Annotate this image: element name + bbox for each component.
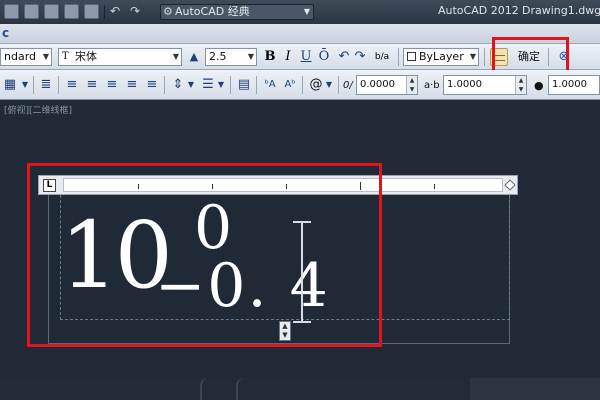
width-factor-value: 1.0000 xyxy=(552,79,587,90)
chevron-down-icon[interactable]: ▼ xyxy=(20,76,30,94)
saveas-icon[interactable] xyxy=(64,4,79,19)
toolbar-separator xyxy=(398,48,399,66)
save-icon[interactable] xyxy=(44,4,59,19)
text-style-value: ndard xyxy=(4,50,37,63)
paragraph-icon[interactable]: ≣ xyxy=(38,76,54,94)
toolbar-separator xyxy=(33,76,34,94)
app-title: AutoCAD 2012 xyxy=(438,4,519,17)
open-icon[interactable] xyxy=(24,4,39,19)
chevron-down-icon[interactable]: ▼ xyxy=(216,76,226,94)
text-height-value: 2.5 xyxy=(209,50,227,63)
tracking-input[interactable]: 1.0000 ▲ ▼ xyxy=(443,75,527,95)
spinner-icon[interactable]: ▲ ▼ xyxy=(406,76,417,94)
view-cube-fragment xyxy=(200,378,210,400)
color-value: ByLayer xyxy=(419,50,464,63)
redo-icon[interactable]: ↷ xyxy=(130,4,145,19)
columns-icon[interactable]: ▦ xyxy=(2,76,18,94)
toolbar-separator xyxy=(58,76,59,94)
toolbar-separator xyxy=(302,76,303,94)
underline-button[interactable]: U xyxy=(298,48,314,66)
gear-icon: ⚙ xyxy=(163,5,173,18)
text-style-select[interactable]: ndard ▼ xyxy=(0,48,52,66)
chevron-down-icon: ▼ xyxy=(469,52,476,61)
italic-button[interactable]: I xyxy=(280,48,296,66)
chevron-down-icon: ▼ xyxy=(247,52,254,61)
distribute-icon[interactable]: ≡ xyxy=(144,76,160,94)
uppercase-icon[interactable]: ᵇA xyxy=(262,76,278,94)
font-value: 宋体 xyxy=(75,50,97,63)
toolbar-separator xyxy=(484,48,485,66)
overline-button[interactable]: Ō xyxy=(316,48,332,66)
justify-icon[interactable]: ≡ xyxy=(124,76,140,94)
view-cube-fragment xyxy=(236,378,246,400)
toolbar-separator xyxy=(104,5,105,19)
truetype-icon: T xyxy=(62,51,69,62)
highlight-box-text xyxy=(27,163,382,347)
align-right-icon[interactable]: ≡ xyxy=(104,76,120,94)
toolbar-separator xyxy=(230,76,231,94)
redo-icon[interactable]: ↷ xyxy=(352,48,368,66)
new-icon[interactable] xyxy=(4,4,19,19)
workspace-name: AutoCAD 经典 xyxy=(175,5,250,18)
width-factor-icon: ● xyxy=(534,79,544,92)
chevron-down-icon: ▼ xyxy=(303,7,310,16)
toolbar-separator xyxy=(164,76,165,94)
line-spacing-icon[interactable]: ⇕ xyxy=(170,76,186,94)
annotative-icon[interactable]: ▲ xyxy=(186,48,202,66)
oblique-icon: 0/ xyxy=(343,80,353,91)
lowercase-icon[interactable]: Aᵇ xyxy=(282,76,298,94)
symbol-button[interactable]: @ xyxy=(308,76,324,94)
undo-icon[interactable]: ↶ xyxy=(110,4,125,19)
oblique-angle-value: 0.0000 xyxy=(360,79,395,90)
numbering-icon[interactable]: ☰ xyxy=(200,76,216,94)
title-bar: ↶ ↷ ⚙ AutoCAD 经典 ▼ AutoCAD 2012 Drawing1… xyxy=(0,0,600,24)
chevron-down-icon[interactable]: ▼ xyxy=(186,76,196,94)
chevron-down-icon: ▼ xyxy=(172,52,179,61)
width-handle-icon[interactable] xyxy=(504,179,516,191)
bold-button[interactable]: B xyxy=(262,48,278,66)
chevron-down-icon[interactable]: ▼ xyxy=(324,76,334,94)
undo-icon[interactable]: ↶ xyxy=(336,48,352,66)
document-title: Drawing1.dwg xyxy=(522,4,600,17)
align-center-icon[interactable]: ≡ xyxy=(84,76,100,94)
spinner-icon[interactable]: ▲ ▼ xyxy=(515,76,526,94)
toolbar-separator xyxy=(338,76,339,94)
color-select[interactable]: ByLayer ▼ xyxy=(403,48,479,66)
color-swatch xyxy=(407,52,416,61)
insert-field-icon[interactable]: ▤ xyxy=(236,76,252,94)
tracking-value: 1.0000 xyxy=(447,79,482,90)
paragraph-toolbar: ▦ ▼ ≣ ≡ ≡ ≡ ≡ ≡ ⇕ ▼ ☰ ▼ ▤ ᵇA Aᵇ @ ▼ 0/ 0… xyxy=(0,70,600,100)
oblique-angle-input[interactable]: 0.0000 ▲ ▼ xyxy=(356,75,418,95)
text-height-select[interactable]: 2.5 ▼ xyxy=(205,48,257,66)
toolbar-separator xyxy=(256,76,257,94)
side-panel xyxy=(470,378,600,400)
chevron-down-icon: ▼ xyxy=(42,52,49,61)
width-factor-input[interactable]: 1.0000 xyxy=(548,75,600,95)
stack-button[interactable]: b/a xyxy=(370,48,394,66)
model-area-bottom xyxy=(0,378,600,400)
ruler-tick xyxy=(434,184,435,189)
print-icon[interactable] xyxy=(84,4,99,19)
font-select[interactable]: T 宋体 ▼ xyxy=(58,48,182,66)
align-left-icon[interactable]: ≡ xyxy=(64,76,80,94)
ribbon-fragment: c xyxy=(2,26,10,40)
tracking-icon: a·b xyxy=(424,80,440,91)
workspace-selector[interactable]: ⚙ AutoCAD 经典 ▼ xyxy=(160,4,314,20)
viewport-label[interactable]: [俯视][二维线框] xyxy=(4,103,72,116)
